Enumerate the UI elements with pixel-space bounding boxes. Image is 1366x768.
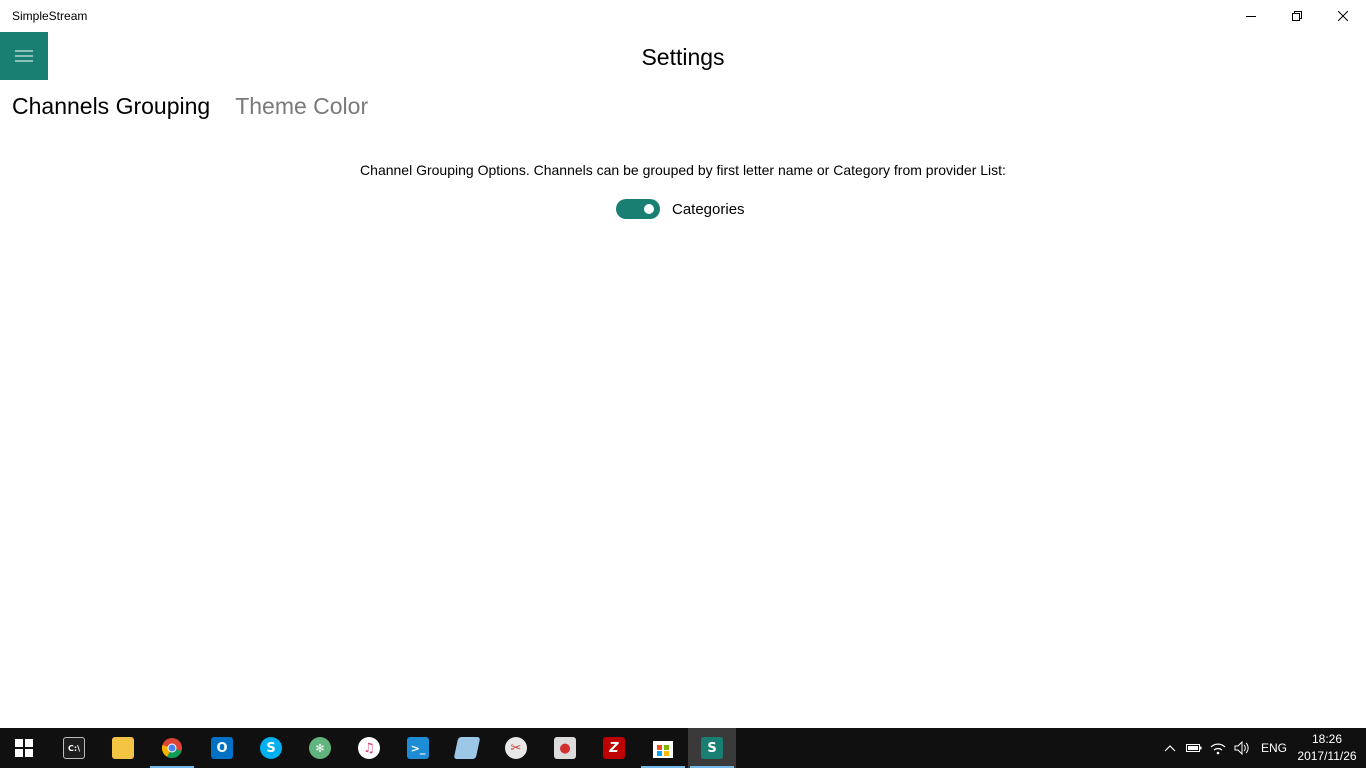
taskbar-notes[interactable] bbox=[443, 728, 491, 768]
tab-theme-color[interactable]: Theme Color bbox=[235, 90, 368, 122]
itunes-icon: ♫ bbox=[358, 737, 380, 759]
minimize-icon bbox=[1246, 16, 1256, 17]
taskbar-outlook[interactable]: O bbox=[198, 728, 246, 768]
taskbar-store[interactable] bbox=[639, 728, 687, 768]
chrome-icon bbox=[161, 738, 182, 759]
taskbar-simplestream[interactable]: S bbox=[688, 728, 736, 768]
battery-icon bbox=[1186, 744, 1202, 752]
taskbar-skype[interactable]: S bbox=[247, 728, 295, 768]
close-button[interactable] bbox=[1320, 0, 1366, 32]
title-bar: SimpleStream bbox=[0, 0, 1366, 32]
battery-button[interactable] bbox=[1182, 728, 1206, 768]
settings-pivot: Channels Grouping Theme Color bbox=[12, 90, 368, 122]
chevron-up-icon bbox=[1164, 745, 1176, 752]
input-language-indicator[interactable]: ENG bbox=[1261, 728, 1287, 768]
show-hidden-icons-button[interactable] bbox=[1158, 728, 1182, 768]
wifi-icon bbox=[1210, 743, 1226, 755]
taskbar-atom[interactable]: ✻ bbox=[296, 728, 344, 768]
atom-icon: ✻ bbox=[309, 737, 331, 759]
restore-button[interactable] bbox=[1274, 0, 1320, 32]
clock-date: 2017/11/26 bbox=[1297, 749, 1357, 763]
categories-toggle-label: Categories bbox=[672, 200, 745, 218]
taskbar-cmd[interactable]: C:\ bbox=[50, 728, 98, 768]
clock[interactable]: 18:26 2017/11/26 bbox=[1294, 731, 1360, 765]
app-title: SimpleStream bbox=[12, 9, 88, 23]
speaker-icon bbox=[1234, 741, 1249, 755]
taskbar-file-explorer[interactable] bbox=[99, 728, 147, 768]
outlook-icon: O bbox=[211, 737, 233, 759]
volume-button[interactable] bbox=[1230, 728, 1254, 768]
grouping-description: Channel Grouping Options. Channels can b… bbox=[360, 162, 1006, 178]
page-title: Settings bbox=[641, 44, 725, 70]
windows-logo-icon bbox=[15, 739, 33, 757]
taskbar-filezilla[interactable]: Z bbox=[590, 728, 638, 768]
close-icon bbox=[1338, 11, 1348, 21]
simplestream-icon: S bbox=[701, 737, 723, 759]
tab-channels-grouping[interactable]: Channels Grouping bbox=[12, 90, 210, 122]
toggle-knob bbox=[644, 204, 654, 214]
taskbar-powershell[interactable]: >_ bbox=[394, 728, 442, 768]
taskbar-chrome[interactable] bbox=[148, 728, 196, 768]
skype-icon: S bbox=[260, 737, 282, 759]
clock-time: 18:26 bbox=[1311, 732, 1343, 746]
taskbar: C:\ O S ✻ ♫ >_ ✂ ● Z S ENG 18:26 2017/11… bbox=[0, 728, 1366, 768]
recorder-icon: ● bbox=[554, 737, 576, 759]
cmd-icon: C:\ bbox=[63, 737, 85, 759]
categories-toggle-switch[interactable] bbox=[616, 199, 660, 219]
restore-icon bbox=[1292, 11, 1302, 21]
minimize-button[interactable] bbox=[1228, 0, 1274, 32]
store-icon bbox=[653, 741, 673, 758]
taskbar-snipping[interactable]: ✂ bbox=[492, 728, 540, 768]
file-explorer-icon bbox=[112, 737, 134, 759]
categories-toggle-row[interactable]: Categories bbox=[616, 199, 745, 219]
snipping-icon: ✂ bbox=[505, 737, 527, 759]
start-button[interactable] bbox=[0, 728, 48, 768]
system-tray bbox=[1158, 728, 1254, 768]
network-button[interactable] bbox=[1206, 728, 1230, 768]
taskbar-itunes[interactable]: ♫ bbox=[345, 728, 393, 768]
notes-icon bbox=[453, 737, 481, 759]
taskbar-recorder[interactable]: ● bbox=[541, 728, 589, 768]
powershell-icon: >_ bbox=[407, 737, 429, 759]
filezilla-icon: Z bbox=[603, 737, 625, 759]
